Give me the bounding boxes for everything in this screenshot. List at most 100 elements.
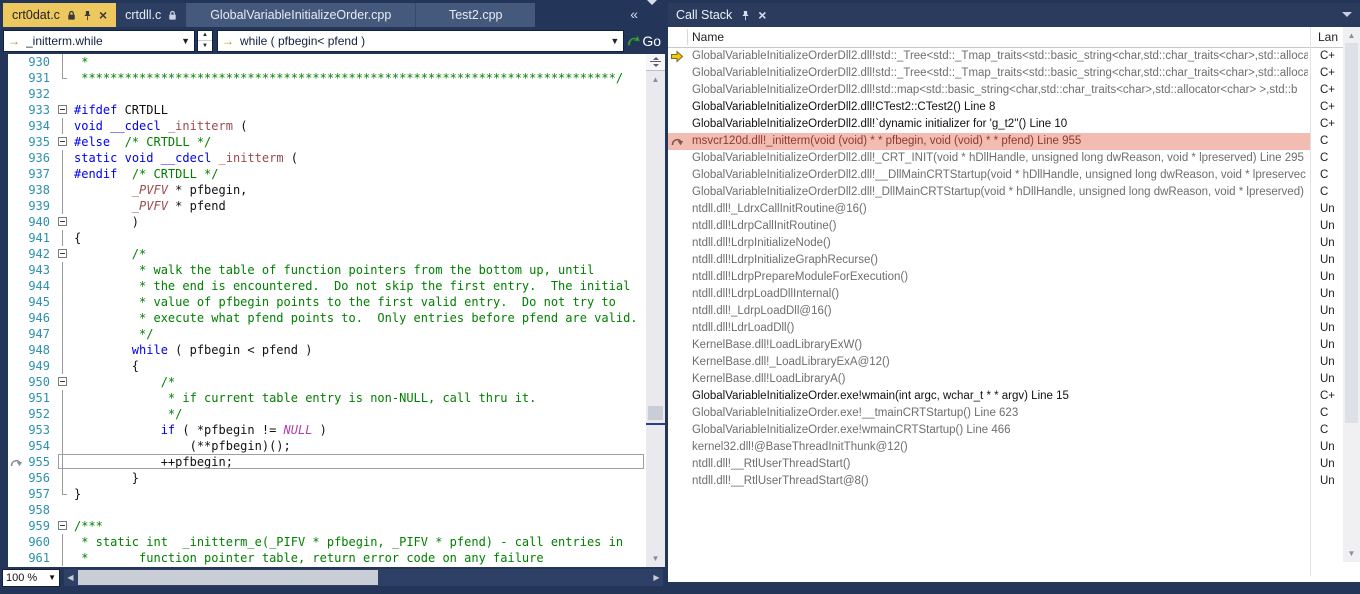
spin-down-icon[interactable]: ▼ [198, 41, 212, 51]
tab-globalvariableinitializeorder[interactable]: GlobalVariableInitializeOrder.cpp [186, 3, 416, 27]
tab-crtdll[interactable]: crtdll.c [116, 3, 187, 27]
callstack-titlebar[interactable]: Call Stack × [668, 3, 1360, 27]
outlining-margin[interactable] [58, 374, 74, 390]
scroll-down-icon[interactable]: ▼ [1343, 546, 1360, 561]
outlining-margin[interactable] [58, 454, 74, 470]
outlining-margin[interactable] [58, 214, 74, 230]
outlining-margin[interactable] [58, 390, 74, 406]
outlining-margin[interactable] [58, 502, 74, 518]
go-button[interactable]: Go [626, 33, 661, 49]
code-line[interactable]: 940 ) [0, 214, 646, 230]
editor-horizontal-scrollbar[interactable]: ◀ ▶ [64, 569, 663, 586]
close-icon[interactable]: × [99, 8, 107, 22]
outlining-margin[interactable] [58, 102, 74, 118]
code-line[interactable]: 951 * if current table entry is non-NULL… [0, 390, 646, 406]
stack-frame-row[interactable]: KernelBase.dll!_LoadLibraryExA@12() Un [668, 354, 1360, 371]
outlining-margin[interactable] [58, 326, 74, 342]
stack-frame-row[interactable]: ntdll.dll!_LdrxCallInitRoutine@16() Un [668, 201, 1360, 218]
scroll-right-icon[interactable]: ▶ [650, 569, 663, 586]
collapse-minus-icon[interactable] [58, 217, 67, 226]
scrollbar-thumb[interactable] [1345, 43, 1358, 423]
code-line[interactable]: 959 /*** [0, 518, 646, 534]
outlining-margin[interactable] [58, 310, 74, 326]
code-line[interactable]: 950 /* [0, 374, 646, 390]
scroll-tabs-icon[interactable]: « [630, 6, 638, 22]
close-icon[interactable]: × [758, 7, 766, 23]
member-dropdown[interactable]: → while ( pfbegin< pfend ) ▼ [217, 29, 625, 52]
code-line[interactable]: 941 { [0, 230, 646, 246]
column-header-name[interactable]: Name [692, 30, 724, 44]
outlining-margin[interactable] [58, 534, 74, 550]
outlining-margin[interactable] [58, 262, 74, 278]
stack-frame-row[interactable]: GlobalVariableInitializeOrderDll2.dll!st… [668, 82, 1360, 99]
stack-frame-row[interactable]: KernelBase.dll!LoadLibraryA() Un [668, 371, 1360, 388]
outlining-margin[interactable] [58, 118, 74, 134]
stack-frame-row[interactable]: ntdll.dll!_LdrpLoadDll@16() Un [668, 303, 1360, 320]
outlining-margin[interactable] [58, 70, 74, 86]
pin-icon[interactable] [83, 10, 92, 21]
zoom-dropdown[interactable]: 100 % ▼ [2, 568, 60, 587]
stack-frame-row[interactable]: GlobalVariableInitializeOrder.exe!__tmai… [668, 405, 1360, 422]
outlining-margin[interactable] [58, 230, 74, 246]
column-header-language[interactable]: Lan [1318, 30, 1338, 44]
collapse-minus-icon[interactable] [58, 521, 67, 530]
code-line[interactable]: 961 * function pointer table, return err… [0, 550, 646, 566]
stack-frame-row[interactable]: ntdll.dll!LdrpLoadDllInternal() Un [668, 286, 1360, 303]
scope-spinner[interactable]: ▲ ▼ [197, 29, 213, 52]
outlining-margin[interactable] [58, 134, 74, 150]
code-line[interactable]: 946 * execute what pfend points to. Only… [0, 310, 646, 326]
stack-frame-row[interactable]: kernel32.dll!@BaseThreadInitThunk@12() Un [668, 439, 1360, 456]
splitter-handle[interactable] [646, 54, 665, 71]
stack-frame-row[interactable]: ntdll.dll!LdrpPrepareModuleForExecution(… [668, 269, 1360, 286]
code-line[interactable]: 933 #ifdef CRTDLL [0, 102, 646, 118]
stack-frame-row[interactable]: ntdll.dll!LdrpInitializeNode() Un [668, 235, 1360, 252]
outlining-margin[interactable] [58, 470, 74, 486]
outlining-margin[interactable] [58, 182, 74, 198]
code-line[interactable]: 955 ++pfbegin; [0, 454, 646, 470]
outlining-margin[interactable] [58, 246, 74, 262]
outlining-margin[interactable] [58, 86, 74, 102]
code-line[interactable]: 947 */ [0, 326, 646, 342]
outlining-margin[interactable] [58, 406, 74, 422]
code-line[interactable]: 938 _PVFV * pfbegin, [0, 182, 646, 198]
stack-frame-row[interactable]: GlobalVariableInitializeOrder.exe!wmainC… [668, 422, 1360, 439]
collapse-minus-icon[interactable] [58, 137, 67, 146]
stack-frame-row[interactable]: ntdll.dll!LdrLoadDll() Un [668, 320, 1360, 337]
code-line[interactable]: 942 /* [0, 246, 646, 262]
scrollbar-thumb[interactable] [648, 406, 663, 420]
spin-up-icon[interactable]: ▲ [198, 31, 212, 41]
callstack-vertical-scrollbar[interactable]: ▲ ▼ [1343, 27, 1360, 562]
outlining-margin[interactable] [58, 486, 74, 502]
code-line[interactable]: 957} [0, 486, 646, 502]
outlining-margin[interactable] [58, 294, 74, 310]
stack-frame-row[interactable]: msvcr120d.dll!_initterm(void (void) * * … [668, 133, 1360, 150]
code-line[interactable]: 930 * [0, 54, 646, 70]
code-line[interactable]: 939 _PVFV * pfend [0, 198, 646, 214]
collapse-minus-icon[interactable] [58, 249, 67, 258]
stack-frame-row[interactable]: GlobalVariableInitializeOrderDll2.dll!_D… [668, 184, 1360, 201]
code-line[interactable]: 958 [0, 502, 646, 518]
code-line[interactable]: 932 [0, 86, 646, 102]
outlining-margin[interactable] [58, 342, 74, 358]
collapse-minus-icon[interactable] [58, 377, 67, 386]
outlining-margin[interactable] [58, 150, 74, 166]
code-line[interactable]: 935 #else /* CRTDLL */ [0, 134, 646, 150]
pin-icon[interactable] [741, 10, 750, 21]
stack-frame-row[interactable]: GlobalVariableInitializeOrderDll2.dll!st… [668, 48, 1360, 65]
code-editor[interactable]: 930 * 931 *******************************… [0, 54, 646, 567]
outlining-margin[interactable] [58, 422, 74, 438]
tab-crt0dat[interactable]: crt0dat.c × [3, 3, 117, 27]
outlining-margin[interactable] [58, 358, 74, 374]
stack-frame-row[interactable]: ntdll.dll!LdrpCallInitRoutine() Un [668, 218, 1360, 235]
outlining-margin[interactable] [58, 518, 74, 534]
code-line[interactable]: 960 * static int _initterm_e(_PIFV * pfb… [0, 534, 646, 550]
code-line[interactable]: 936 static void __cdecl _initterm ( [0, 150, 646, 166]
editor-vertical-scrollbar[interactable]: ▲ ▼ [646, 54, 665, 567]
scrollbar-thumb[interactable] [78, 570, 378, 585]
code-line[interactable]: 943 * walk the table of function pointer… [0, 262, 646, 278]
code-line[interactable]: 954 (**pfbegin)(); [0, 438, 646, 454]
stack-frame-row[interactable]: KernelBase.dll!LoadLibraryExW() Un [668, 337, 1360, 354]
scroll-up-icon[interactable]: ▲ [646, 72, 665, 87]
window-list-icon[interactable] [647, 0, 657, 23]
collapse-minus-icon[interactable] [58, 105, 67, 114]
